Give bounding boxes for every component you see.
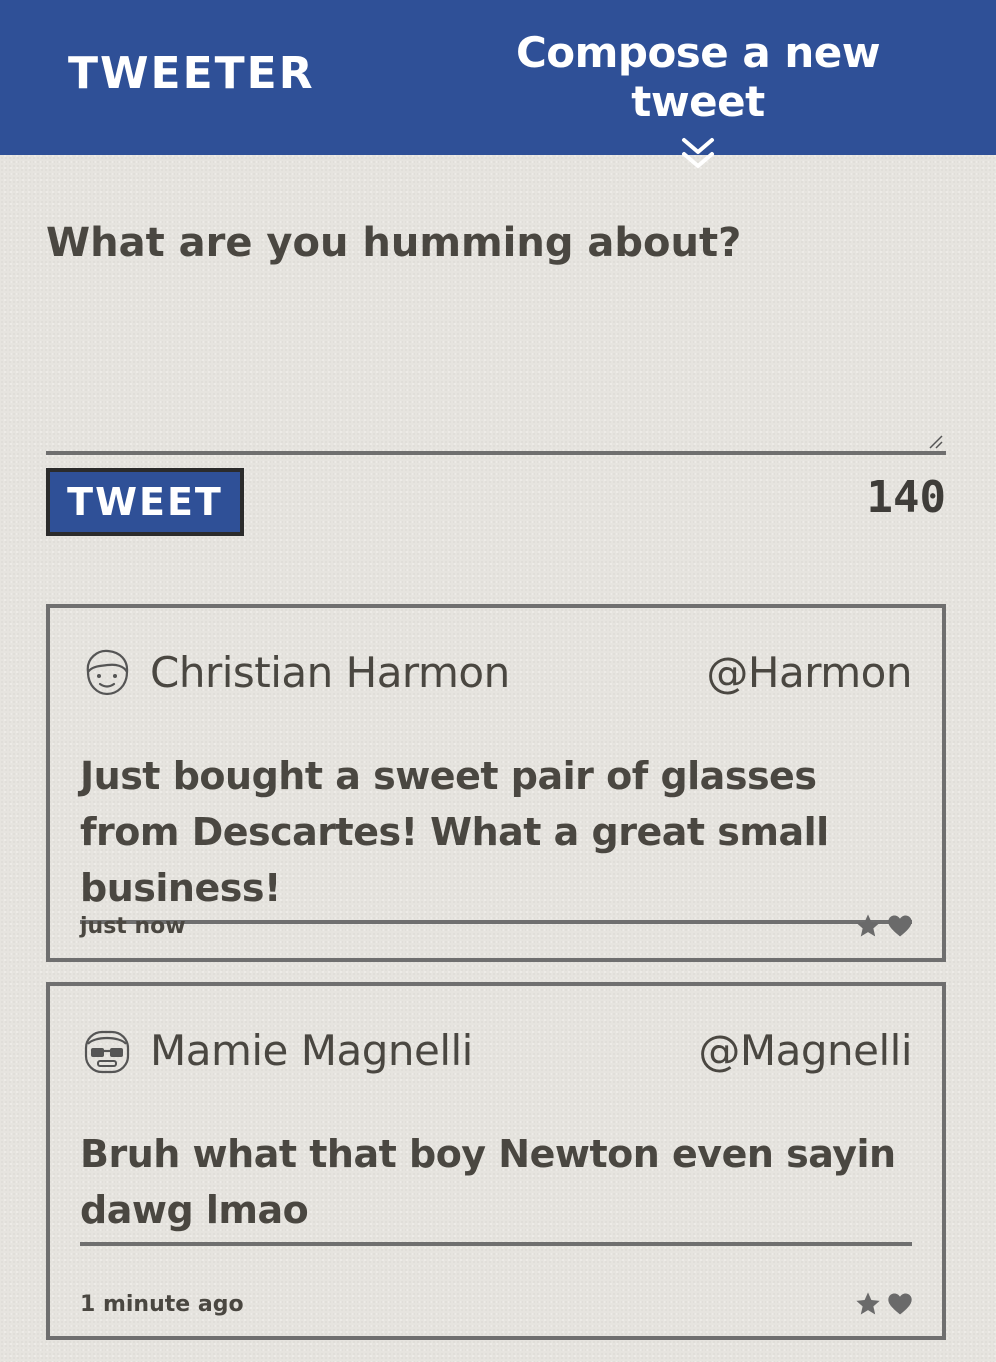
compose-toggle[interactable]: Compose a new tweet: [470, 28, 926, 174]
author-name: Christian Harmon: [150, 648, 510, 697]
tweet-text: Just bought a sweet pair of glasses from…: [80, 748, 912, 924]
star-icon[interactable]: [854, 1290, 882, 1318]
tweet-textarea[interactable]: [46, 210, 946, 455]
character-counter: 140: [866, 472, 946, 523]
tweet-header: Mamie Magnelli @Magnelli: [80, 1022, 912, 1082]
face-with-glasses-avatar-icon: [84, 1030, 130, 1074]
face-avatar-icon: [86, 649, 129, 696]
tweet-card: Christian Harmon @Harmon Just bought a s…: [46, 604, 946, 962]
star-icon[interactable]: [854, 912, 882, 940]
author-name: Mamie Magnelli: [150, 1026, 473, 1075]
heart-icon[interactable]: [886, 1290, 914, 1318]
author-handle: @Harmon: [706, 648, 912, 697]
tweet-text: Bruh what that boy Newton even sayin daw…: [80, 1126, 912, 1246]
double-chevron-down-icon[interactable]: [678, 134, 718, 174]
tweet-timestamp: just now: [80, 914, 186, 939]
top-navbar: TWEETER Compose a new tweet: [0, 0, 996, 168]
brand-logo[interactable]: TWEETER: [68, 48, 315, 99]
heart-icon[interactable]: [886, 912, 914, 940]
compose-label[interactable]: Compose a new tweet: [470, 28, 926, 126]
new-tweet-form: TWEET 140: [46, 210, 946, 536]
tweet-actions: [854, 912, 914, 942]
tweet-timestamp: 1 minute ago: [80, 1292, 244, 1317]
tweet-card: Mamie Magnelli @Magnelli Bruh what that …: [46, 982, 946, 1340]
resize-handle-icon[interactable]: [928, 434, 944, 450]
tweet-submit-button[interactable]: TWEET: [46, 468, 244, 536]
author-handle: @Magnelli: [698, 1026, 912, 1075]
tweet-actions: [854, 1290, 914, 1320]
tweet-header: Christian Harmon @Harmon: [80, 644, 912, 704]
